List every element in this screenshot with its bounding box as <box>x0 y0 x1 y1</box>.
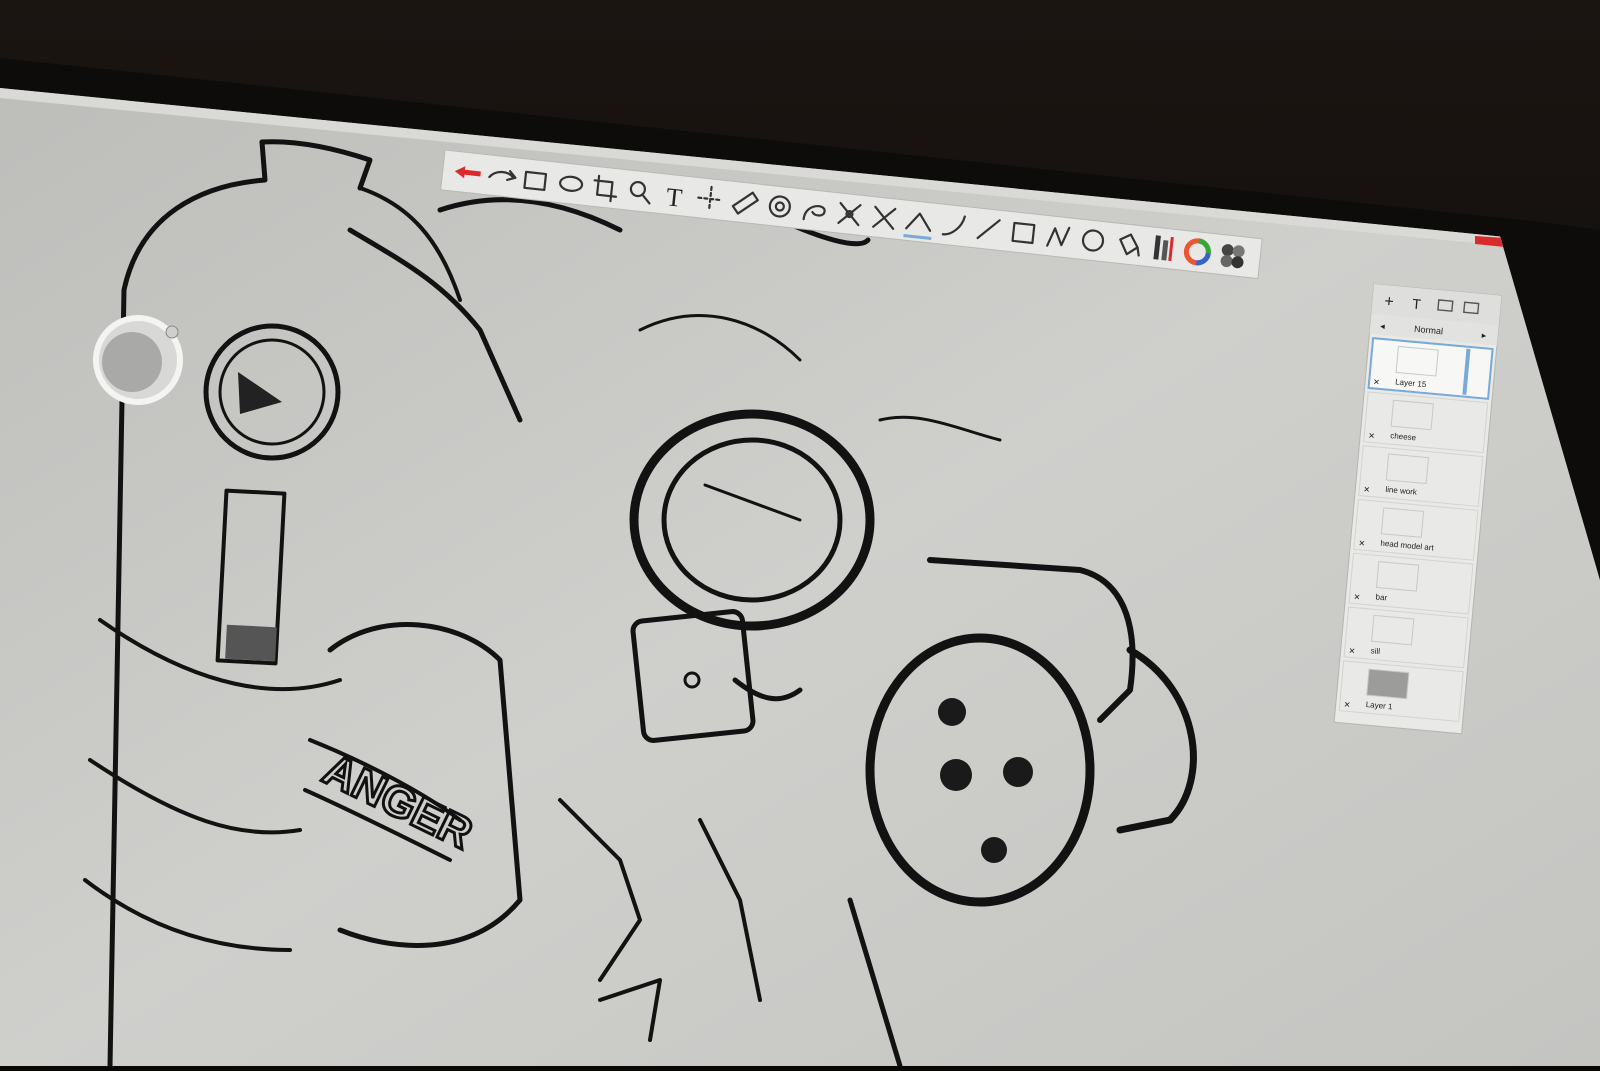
layer-row[interactable]: ✕ head model art <box>1353 498 1479 561</box>
lens-hole-2 <box>940 759 972 791</box>
layer-row-background[interactable] <box>1343 606 1469 669</box>
layer-visibility-icon[interactable]: ✕ <box>1363 485 1370 495</box>
layer-row-background[interactable] <box>1358 445 1484 507</box>
lens-hole-3 <box>1003 757 1033 787</box>
layer-name: bar <box>1375 592 1388 602</box>
monitor-scene: ANGER T + T ◂ Normal ▸ ✕ Layer 15✕ chees… <box>0 0 1600 1066</box>
layer-row-background[interactable] <box>1363 391 1489 454</box>
lens-hole-1 <box>938 698 966 726</box>
layer-thumbnail <box>1366 668 1410 700</box>
layer-visibility-icon[interactable]: ✕ <box>1348 646 1355 656</box>
layer-visibility-icon[interactable]: ✕ <box>1353 592 1360 602</box>
layer-row-background[interactable] <box>1367 337 1494 400</box>
layer-row[interactable]: ✕ Layer 1 <box>1338 660 1464 723</box>
layer-row[interactable]: ✕ cheese <box>1363 391 1489 454</box>
layer-name: sill <box>1370 646 1380 656</box>
level-meter-fill <box>225 624 277 662</box>
layer-visibility-icon[interactable]: ✕ <box>1368 431 1375 441</box>
layer-row[interactable]: ✕ bar <box>1348 552 1474 615</box>
layer-visibility-icon[interactable]: ✕ <box>1358 539 1365 549</box>
brush-puck-handle[interactable] <box>165 325 179 339</box>
brush-puck[interactable] <box>93 315 183 405</box>
add-layer-button[interactable]: + <box>1384 293 1395 311</box>
layer-visibility-icon[interactable]: ✕ <box>1343 700 1350 710</box>
text-icon[interactable]: T <box>665 182 684 213</box>
layer-row-background[interactable] <box>1348 552 1474 615</box>
monitor-photo: ANGER T + T ◂ Normal ▸ ✕ Layer 15 ✕ chee… <box>0 0 1600 1066</box>
layer-row[interactable]: ✕ Layer 15 <box>1367 337 1494 400</box>
layer-visibility-icon[interactable]: ✕ <box>1373 377 1380 387</box>
lens-hole-4 <box>981 837 1007 863</box>
layer-row-background[interactable] <box>1353 498 1479 561</box>
layer-row[interactable]: ✕ sill <box>1343 606 1469 669</box>
text-tool-glyph: T <box>665 182 684 213</box>
layer-row[interactable]: ✕ line work <box>1358 445 1484 507</box>
brush-puck-center[interactable] <box>102 332 162 392</box>
